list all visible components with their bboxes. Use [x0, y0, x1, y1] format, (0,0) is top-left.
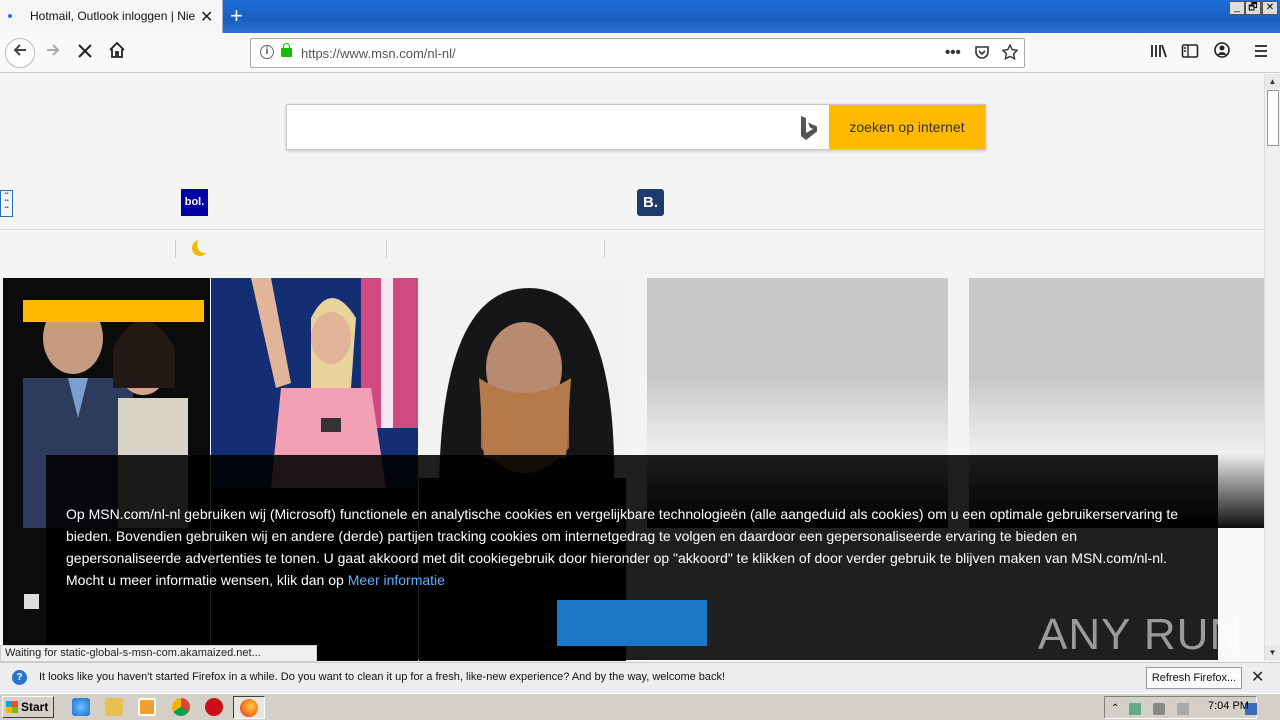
- hamburger-icon: [1255, 45, 1267, 57]
- page-actions-icon[interactable]: •••: [945, 44, 961, 61]
- firefox-icon: [240, 699, 258, 717]
- flag-icon[interactable]: [1177, 703, 1189, 715]
- library-button[interactable]: [1145, 39, 1173, 67]
- sidebar-button[interactable]: [1176, 39, 1204, 67]
- cookie-text-block: Op MSN.com/nl-nl gebruiken wij (Microsof…: [66, 503, 1196, 591]
- cookie-message: Op MSN.com/nl-nl gebruiken wij (Microsof…: [66, 506, 1179, 588]
- account-button[interactable]: [1208, 39, 1236, 67]
- bing-logo-icon: [801, 116, 817, 140]
- sidebar-icon: [1181, 44, 1199, 58]
- tab-msn[interactable]: Hotmail, Outlook inloggen | Nieuws ✕: [0, 0, 223, 33]
- tab-strip: Hotmail, Outlook inloggen | Nieuws ✕ + _…: [0, 0, 1280, 33]
- minimize-button[interactable]: _: [1229, 1, 1245, 15]
- menu-button[interactable]: [1247, 39, 1275, 67]
- forward-button[interactable]: [39, 39, 67, 67]
- quick-link-partial-icon[interactable]: ▪▪ ▪▪ ▪▪: [0, 190, 13, 217]
- divider: [175, 240, 176, 258]
- search-input[interactable]: [295, 113, 775, 141]
- taskbar-firefox-window[interactable]: [233, 696, 265, 719]
- bing-search-box: zoeken op internet: [286, 104, 986, 150]
- home-icon: [109, 41, 125, 58]
- arrow-right-icon: [47, 44, 60, 56]
- booking-tile[interactable]: B.: [637, 189, 664, 216]
- back-button[interactable]: [5, 38, 35, 68]
- close-window-button[interactable]: ✕: [1262, 1, 1278, 15]
- volume-icon[interactable]: [1153, 703, 1165, 715]
- notification-text: It looks like you haven't started Firefo…: [39, 671, 726, 683]
- address-bar[interactable]: i https://www.msn.com/nl-nl/ •••: [250, 38, 1025, 68]
- loading-indicator-icon: [8, 14, 12, 18]
- pocket-icon[interactable]: [974, 44, 990, 64]
- close-tab-icon[interactable]: ✕: [200, 7, 213, 27]
- library-icon: [1151, 44, 1167, 58]
- close-notification-icon[interactable]: ✕: [1251, 667, 1264, 687]
- ie-icon[interactable]: [72, 698, 90, 716]
- anyrun-watermark: ANY RUN: [1038, 610, 1243, 659]
- network-icon[interactable]: [1129, 703, 1141, 715]
- moon-weather-icon[interactable]: [192, 240, 208, 256]
- info-icon[interactable]: i: [260, 45, 274, 59]
- accept-cookies-button[interactable]: [557, 600, 707, 646]
- opera-icon[interactable]: [205, 698, 223, 716]
- tray-expand-icon[interactable]: ⌃: [1111, 703, 1123, 715]
- scroll-thumb[interactable]: [1267, 90, 1279, 146]
- more-info-link[interactable]: Meer informatie: [348, 572, 445, 588]
- lock-icon: [281, 43, 292, 57]
- account-icon: [1214, 42, 1230, 58]
- divider: [604, 240, 605, 258]
- arrow-left-icon: [13, 44, 26, 56]
- folder-icon[interactable]: [105, 698, 123, 716]
- tab-title: Hotmail, Outlook inloggen | Nieuws: [30, 9, 195, 23]
- bookmark-star-icon[interactable]: [1001, 43, 1019, 64]
- firefox-notification-bar: ? It looks like you haven't started Fire…: [0, 662, 1280, 692]
- url-text[interactable]: https://www.msn.com/nl-nl/: [301, 46, 456, 61]
- stop-x-icon: [78, 44, 92, 58]
- search-web-button[interactable]: zoeken op internet: [829, 105, 985, 149]
- refresh-firefox-button[interactable]: Refresh Firefox...: [1146, 667, 1242, 689]
- tile-checkbox[interactable]: [24, 594, 39, 609]
- question-icon: ?: [12, 670, 27, 685]
- quick-links-row: ▪▪ ▪▪ ▪▪ bol. B.: [0, 186, 1264, 230]
- windows-taskbar: Start ⌃ 7:04 PM: [0, 693, 1280, 720]
- stop-button[interactable]: [71, 39, 99, 67]
- info-row: [0, 232, 1264, 270]
- scroll-down-arrow-icon[interactable]: ▼: [1265, 645, 1280, 660]
- clock: 7:04 PM: [1208, 700, 1249, 712]
- restore-button[interactable]: 🗗: [1245, 1, 1261, 15]
- bol-com-tile[interactable]: bol.: [181, 189, 208, 216]
- media-player-icon[interactable]: [138, 698, 156, 716]
- status-bar: Waiting for static-global-s-msn-com.akam…: [0, 645, 317, 662]
- new-tab-button[interactable]: +: [230, 3, 243, 29]
- divider: [386, 240, 387, 258]
- home-button[interactable]: [103, 39, 131, 67]
- nav-toolbar: i https://www.msn.com/nl-nl/ •••: [0, 33, 1280, 73]
- start-button[interactable]: Start: [2, 696, 54, 718]
- chrome-icon[interactable]: [172, 698, 190, 716]
- vertical-scrollbar[interactable]: ▲ ▼: [1264, 74, 1280, 661]
- scroll-up-arrow-icon[interactable]: ▲: [1265, 74, 1280, 89]
